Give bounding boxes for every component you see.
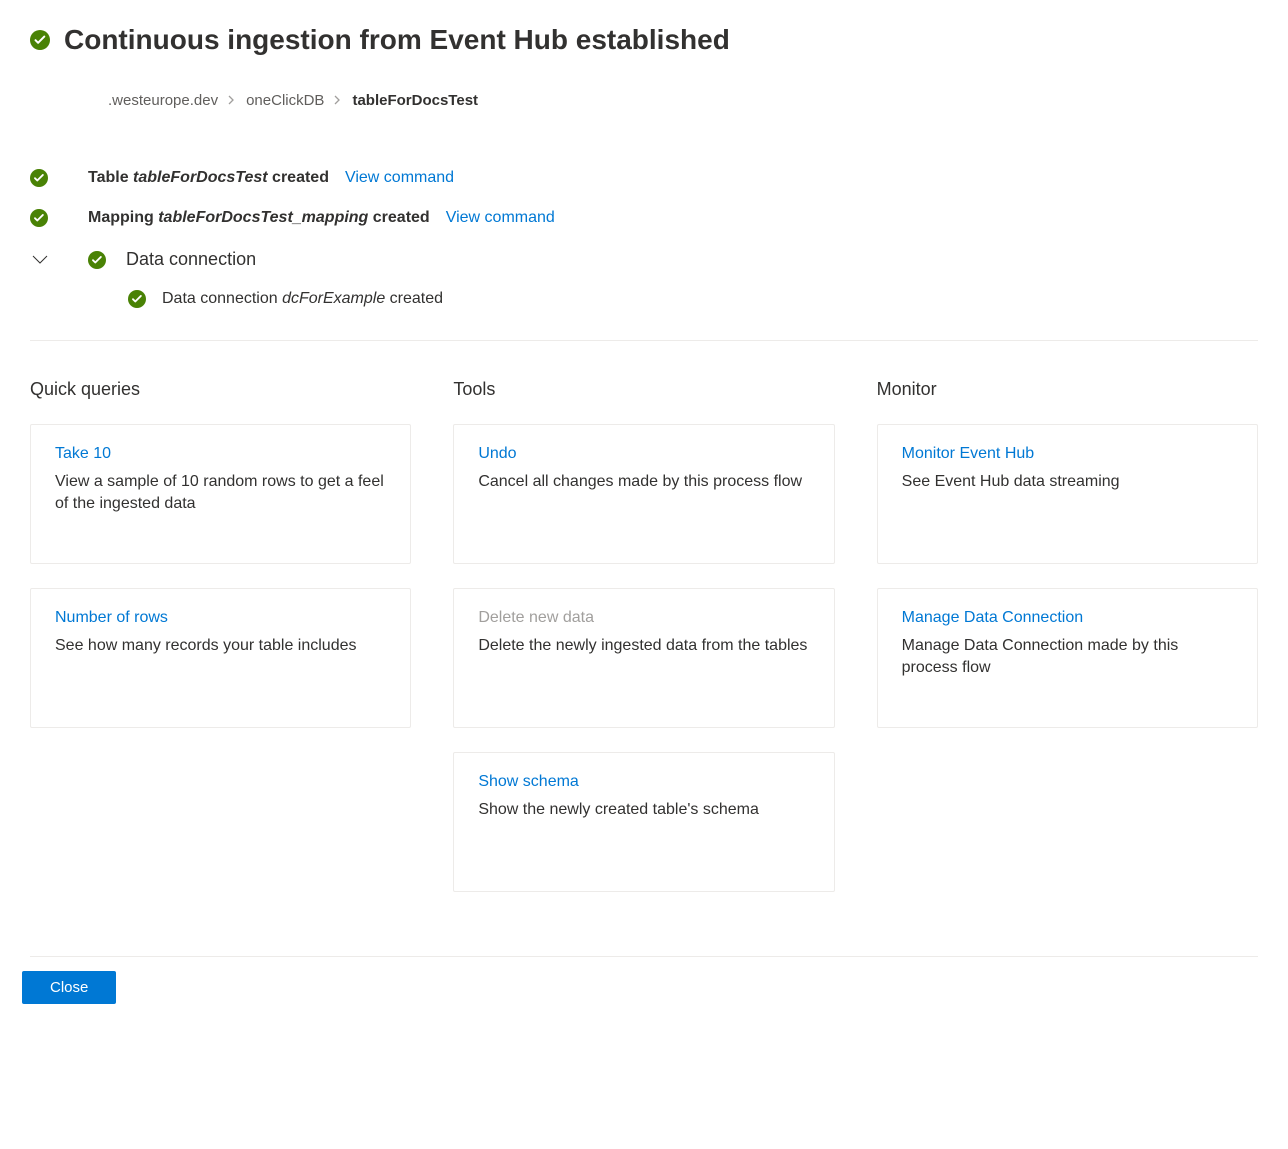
breadcrumb-item-cluster[interactable]: .westeurope.dev [108, 92, 218, 109]
status-row-mapping: Mapping tableForDocsTest_mapping created… [30, 209, 1258, 227]
card-description: Delete the newly ingested data from the … [478, 635, 809, 657]
card-number-of-rows[interactable]: Number of rows See how many records your… [30, 588, 411, 728]
card-title-link[interactable]: Undo [478, 445, 516, 463]
card-manage-data-connection[interactable]: Manage Data Connection Manage Data Conne… [877, 588, 1258, 728]
card-description: Show the newly created table's schema [478, 799, 809, 821]
view-command-link-table[interactable]: View command [345, 169, 454, 187]
card-monitor-event-hub[interactable]: Monitor Event Hub See Event Hub data str… [877, 424, 1258, 564]
breadcrumb: .westeurope.dev oneClickDB tableForDocsT… [108, 92, 1258, 109]
status-text-table: Table tableForDocsTest created [88, 169, 329, 187]
status-row-connection: Data connection [30, 249, 1258, 270]
status-row-table: Table tableForDocsTest created View comm… [30, 169, 1258, 187]
success-check-icon [30, 30, 50, 50]
success-check-icon [30, 209, 48, 227]
column-tools: Tools Undo Cancel all changes made by th… [453, 379, 834, 916]
status-row-connection-detail: Data connection dcForExample created [128, 290, 1258, 308]
column-title-tools: Tools [453, 379, 834, 400]
column-monitor: Monitor Monitor Event Hub See Event Hub … [877, 379, 1258, 916]
status-text-connection: Data connection dcForExample created [162, 290, 443, 308]
divider [30, 956, 1258, 957]
card-show-schema[interactable]: Show schema Show the newly created table… [453, 752, 834, 892]
page-title: Continuous ingestion from Event Hub esta… [64, 24, 730, 56]
column-quick-queries: Quick queries Take 10 View a sample of 1… [30, 379, 411, 916]
chevron-right-icon [334, 94, 342, 108]
card-take-10[interactable]: Take 10 View a sample of 10 random rows … [30, 424, 411, 564]
view-command-link-mapping[interactable]: View command [446, 209, 555, 227]
close-button[interactable]: Close [22, 971, 116, 1004]
card-description: Manage Data Connection made by this proc… [902, 635, 1233, 680]
card-title-link[interactable]: Show schema [478, 773, 579, 791]
success-check-icon [30, 169, 48, 187]
divider [30, 340, 1258, 341]
card-title-link[interactable]: Monitor Event Hub [902, 445, 1035, 463]
card-delete-new-data: Delete new data Delete the newly ingeste… [453, 588, 834, 728]
card-description: See how many records your table includes [55, 635, 386, 657]
card-description: View a sample of 10 random rows to get a… [55, 471, 386, 516]
card-description: See Event Hub data streaming [902, 471, 1233, 493]
chevron-right-icon [228, 94, 236, 108]
card-title-link[interactable]: Take 10 [55, 445, 111, 463]
column-title-monitor: Monitor [877, 379, 1258, 400]
footer: Close [30, 971, 1258, 1004]
card-title-link[interactable]: Number of rows [55, 609, 168, 627]
status-list: Table tableForDocsTest created View comm… [30, 169, 1258, 308]
card-title-link-disabled: Delete new data [478, 609, 594, 627]
chevron-down-icon[interactable] [30, 255, 50, 265]
breadcrumb-item-database[interactable]: oneClickDB [246, 92, 324, 109]
card-title-link[interactable]: Manage Data Connection [902, 609, 1083, 627]
data-connection-label: Data connection [126, 249, 256, 270]
action-columns: Quick queries Take 10 View a sample of 1… [30, 379, 1258, 916]
card-description: Cancel all changes made by this process … [478, 471, 809, 493]
breadcrumb-item-table: tableForDocsTest [352, 92, 478, 109]
column-title-quick-queries: Quick queries [30, 379, 411, 400]
page-header: Continuous ingestion from Event Hub esta… [30, 24, 1258, 56]
success-check-icon [128, 290, 146, 308]
status-text-mapping: Mapping tableForDocsTest_mapping created [88, 209, 430, 227]
success-check-icon [88, 251, 106, 269]
card-undo[interactable]: Undo Cancel all changes made by this pro… [453, 424, 834, 564]
